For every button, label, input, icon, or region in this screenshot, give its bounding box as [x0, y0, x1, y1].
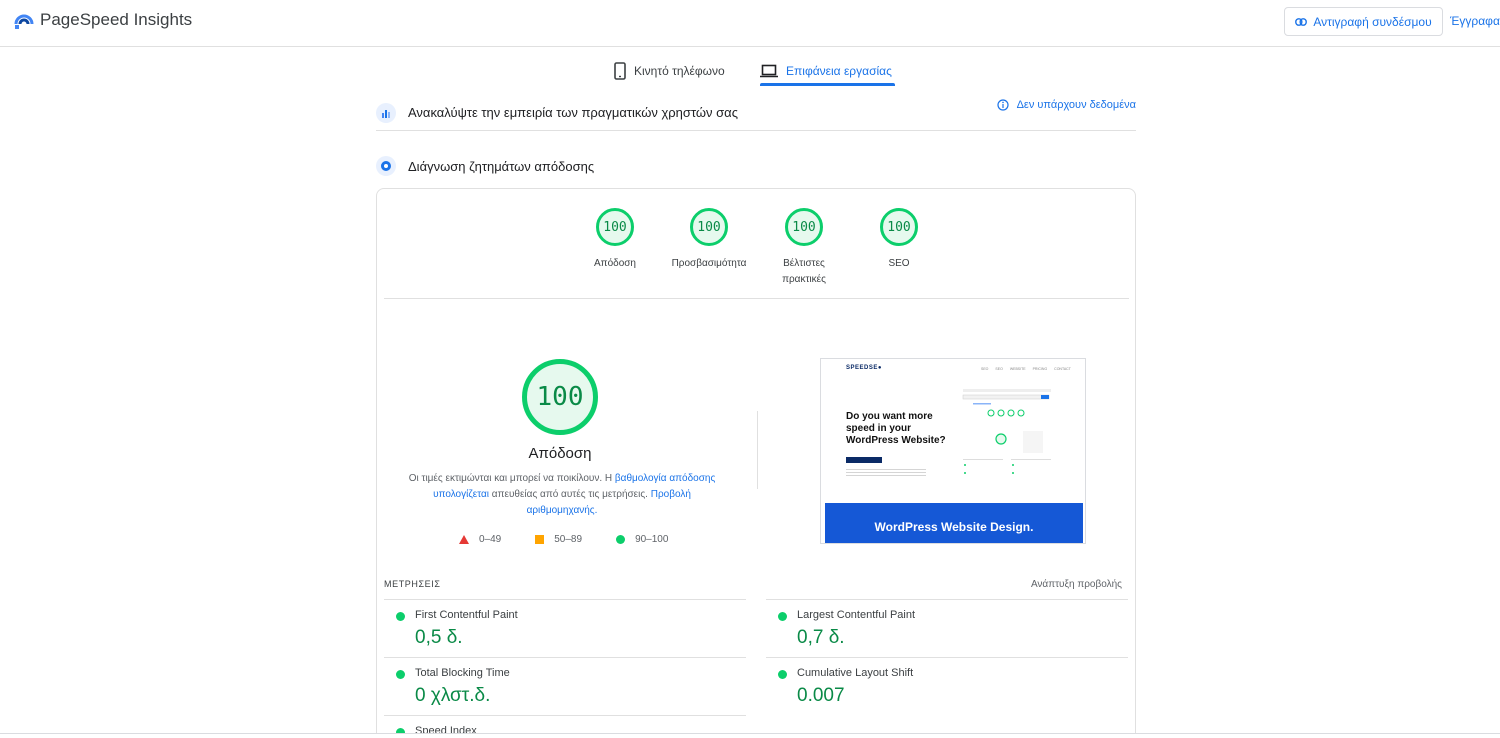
diagnosis-section: Διάγνωση ζητημάτων απόδοσης [376, 155, 1136, 177]
screenshot-nav: SEO SEO WEBSITE PRICING CONTACT [981, 367, 1071, 371]
desc-text: Οι τιμές εκτιμώνται και μπορεί να ποικίλ… [408, 473, 615, 484]
no-data-status[interactable]: Δεν υπάρχουν δεδομένα [996, 99, 1136, 111]
copy-link-button[interactable]: Αντιγραφή συνδέσμου [1284, 7, 1443, 36]
metric-cls: Cumulative Layout Shift 0.007 [766, 657, 1128, 715]
diagnosis-title: Διάγνωση ζητημάτων απόδοσης [408, 158, 595, 174]
screenshot-banner: WordPress Website Design. [825, 503, 1083, 543]
screenshot-brand: SPEEDSE● [846, 365, 882, 371]
screenshot-nav-item: SEO [995, 367, 1003, 371]
pagespeed-logo-icon [14, 14, 34, 29]
phone-icon [614, 62, 626, 80]
top-bar: PageSpeed Insights Αντιγραφή συνδέσμου Έ… [0, 0, 1500, 47]
lighthouse-icon [376, 156, 396, 176]
active-tab-indicator [760, 83, 895, 86]
metric-name: Cumulative Layout Shift [797, 667, 914, 679]
legend-range: 0–49 [479, 534, 502, 545]
tab-mobile[interactable]: Κινητό τηλέφωνο [614, 57, 725, 85]
field-data-title: Ανακαλύψτε την εμπειρία των πραγματικών … [408, 105, 738, 120]
tab-desktop[interactable]: Επιφάνεια εργασίας [760, 57, 892, 85]
divider [384, 298, 1129, 299]
report-card: 100 Απόδοση 100 Προσβασιμότητα 100 Βέλτι… [376, 188, 1136, 738]
triangle-icon [459, 535, 469, 544]
screenshot-heading: Do you want more speed in your WordPress… [846, 411, 946, 446]
info-icon [996, 99, 1009, 111]
pass-circle-icon [396, 670, 405, 679]
legend-range: 90–100 [635, 534, 669, 545]
score-label: Βέλτιστες πρακτικές [782, 258, 826, 285]
tab-desktop-label: Επιφάνεια εργασίας [786, 64, 892, 78]
metric-name: First Contentful Paint [415, 609, 518, 621]
metric-fcp: First Contentful Paint 0,5 δ. [384, 599, 746, 657]
metric-value: 0,5 δ. [415, 627, 463, 648]
score-gauge-performance[interactable]: 100 Απόδοση [565, 208, 665, 272]
screenshot-embedded-report [961, 387, 1053, 479]
metric-value: 0,7 δ. [797, 627, 845, 648]
vertical-divider [757, 411, 758, 489]
users-icon [376, 102, 396, 123]
tab-mobile-label: Κινητό τηλέφωνο [634, 64, 725, 78]
docs-link[interactable]: Έγγραφα [1450, 14, 1500, 28]
metric-value: 0.007 [797, 685, 845, 706]
app-logo[interactable]: PageSpeed Insights [14, 10, 192, 30]
legend-pass: 90–100 [616, 534, 668, 545]
performance-gauge: 100 [522, 359, 598, 435]
screenshot-nav-item: CONTACT [1054, 367, 1071, 371]
score-gauge-seo[interactable]: 100 SEO [849, 208, 949, 272]
score-value: 100 [690, 208, 728, 246]
metric-name: Total Blocking Time [415, 667, 510, 679]
no-data-label: Δεν υπάρχουν δεδομένα [1016, 99, 1136, 111]
score-label: Απόδοση [594, 258, 636, 269]
score-label: SEO [888, 258, 910, 269]
app-title: PageSpeed Insights [40, 10, 193, 29]
score-legend: 0–49 50–89 90–100 [459, 534, 668, 545]
pass-circle-icon [778, 670, 787, 679]
legend-fail: 0–49 [459, 534, 501, 545]
metric-name: Largest Contentful Paint [797, 609, 916, 621]
circle-icon [616, 535, 626, 544]
performance-description: Οι τιμές εκτιμώνται και μπορεί να ποικίλ… [397, 471, 727, 519]
metric-value: 0 χλστ.δ. [415, 685, 491, 706]
metric-tbt: Total Blocking Time 0 χλστ.δ. [384, 657, 746, 715]
page-screenshot: SPEEDSE● SEO SEO WEBSITE PRICING CONTACT… [820, 358, 1086, 544]
laptop-icon [760, 64, 778, 78]
screenshot-nav-item: WEBSITE [1009, 367, 1026, 371]
viewport-bottom-edge [0, 733, 1500, 738]
square-icon [535, 535, 545, 544]
legend-average: 50–89 [535, 534, 582, 545]
pass-circle-icon [396, 612, 405, 621]
expand-view-link[interactable]: Ανάπτυξη προβολής [1031, 579, 1122, 590]
screenshot-text-lines [846, 469, 926, 477]
screenshot-nav-item: PRICING [1032, 367, 1048, 371]
score-value: 100 [785, 208, 823, 246]
pass-circle-icon [778, 612, 787, 621]
performance-title: Απόδοση [528, 445, 592, 462]
desc-text: απευθείας από αυτές τις μετρήσεις. [489, 489, 651, 500]
field-data-section: Ανακαλύψτε την εμπειρία των πραγματικών … [376, 95, 1136, 131]
metric-lcp: Largest Contentful Paint 0,7 δ. [766, 599, 1128, 657]
link-icon [1295, 17, 1308, 26]
legend-range: 50–89 [554, 534, 583, 545]
score-label: Προσβασιμότητα [671, 258, 747, 269]
screenshot-nav-item: SEO [981, 367, 989, 371]
score-value: 100 [596, 208, 634, 246]
score-gauge-accessibility[interactable]: 100 Προσβασιμότητα [659, 208, 759, 272]
score-value: 100 [880, 208, 918, 246]
score-gauge-best-practices[interactable]: 100 Βέλτιστες πρακτικές [754, 208, 854, 288]
copy-link-label: Αντιγραφή συνδέσμου [1313, 14, 1432, 29]
metrics-header: ΜΕΤΡΗΣΕΙΣ [384, 579, 441, 589]
screenshot-cta [846, 457, 882, 463]
